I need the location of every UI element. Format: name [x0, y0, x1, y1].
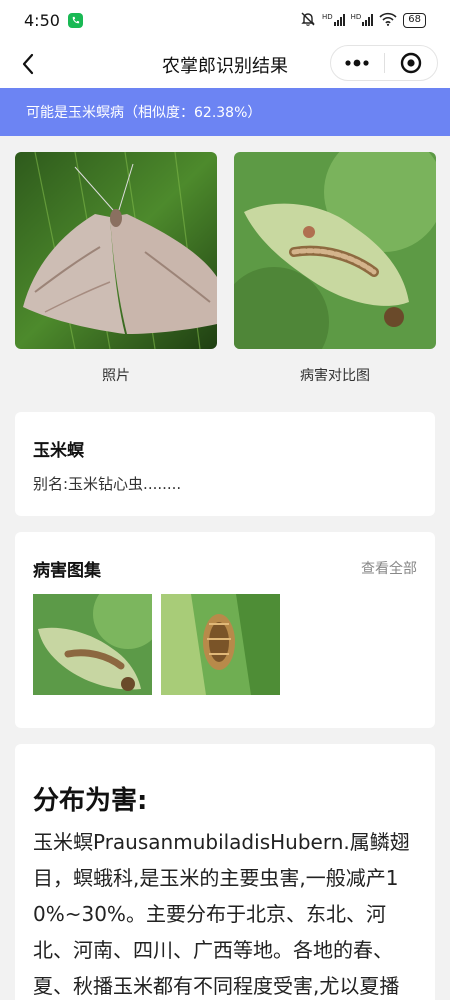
close-target-icon[interactable] — [385, 46, 438, 80]
wifi-icon — [379, 12, 397, 29]
nav-bar: 农掌郎识别结果 — [0, 40, 450, 88]
status-time: 4:50 — [24, 10, 60, 30]
mini-program-capsule — [330, 45, 438, 81]
mute-bell-icon — [300, 11, 316, 30]
result-text: 可能是玉米螟病（相似度：62.38%） — [26, 105, 262, 121]
distribution-card: 分布为害: 玉米螟PrausanmubiladisHubern.属鳞翅目，螟蛾科… — [15, 744, 435, 1000]
gallery-title: 病害图集 — [33, 561, 101, 581]
signal-icon: HD — [322, 14, 345, 26]
signal-icon-2: HD — [351, 14, 374, 26]
gallery-image[interactable] — [161, 594, 280, 695]
result-banner: 可能是玉米螟病（相似度：62.38%） — [0, 88, 450, 136]
signal-hd-label-2: HD — [350, 13, 362, 21]
comparison-caption: 病害对比图 — [300, 368, 370, 384]
photo-caption: 照片 — [102, 368, 130, 384]
distribution-title: 分布为害: — [33, 786, 148, 816]
status-icons: HD HD 68 — [300, 11, 426, 30]
signal-hd-label: HD — [321, 13, 333, 21]
pest-name: 玉米螟 — [33, 441, 84, 461]
pest-info-card: 玉米螟 别名:玉米钻心虫........ — [15, 412, 435, 516]
pest-alias: 别名:玉米钻心虫........ — [33, 475, 182, 493]
user-photo[interactable] — [15, 152, 217, 349]
more-icon[interactable] — [331, 46, 384, 80]
distribution-text: 玉米螟PrausanmubiladisHubern.属鳞翅目，螟蛾科,是玉米的主… — [33, 830, 410, 998]
call-icon — [67, 12, 83, 28]
comparison-photo[interactable] — [234, 152, 436, 349]
gallery-image[interactable] — [33, 594, 152, 695]
battery-icon: 68 — [403, 12, 426, 28]
disease-gallery-card: 病害图集 查看全部 — [15, 532, 435, 728]
photo-section: 照片 病害对比图 — [0, 152, 450, 397]
view-all-link[interactable]: 查看全部 — [361, 558, 417, 578]
status-bar: 4:50 HD HD 68 — [0, 0, 450, 40]
